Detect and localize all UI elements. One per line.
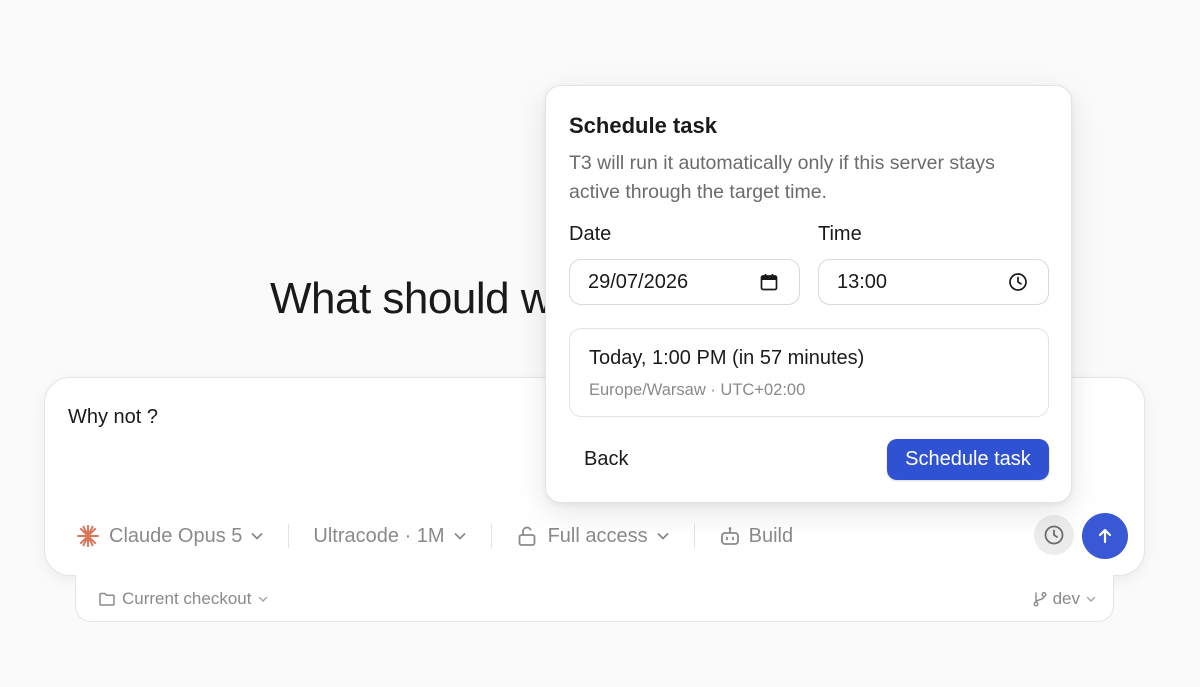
schedule-task-popover: Schedule task T3 will run it automatical…: [545, 85, 1072, 503]
send-button[interactable]: [1082, 513, 1128, 559]
chevron-down-icon: [1085, 593, 1097, 605]
build-label: Build: [748, 524, 794, 547]
prompt-input[interactable]: Why not ?: [68, 406, 158, 429]
date-value: 29/07/2026: [588, 270, 689, 293]
date-label: Date: [569, 223, 612, 245]
schedule-summary: Today, 1:00 PM (in 57 minutes) Europe/Wa…: [569, 328, 1049, 417]
time-value: 13:00: [837, 270, 888, 293]
mode-selector[interactable]: Ultracode · 1M: [313, 525, 466, 548]
robot-icon: [719, 525, 741, 547]
back-button[interactable]: Back: [584, 448, 628, 471]
chevron-down-icon: [453, 529, 467, 543]
popover-description: T3 will run it automatically only if thi…: [569, 152, 995, 203]
summary-datetime: Today, 1:00 PM (in 57 minutes): [589, 347, 865, 369]
schedule-toggle-button[interactable]: [1034, 515, 1074, 555]
chevron-down-icon: [257, 593, 269, 605]
popover-title: Schedule task: [569, 113, 717, 138]
page-heading: What should w: [270, 274, 553, 323]
calendar-icon[interactable]: [759, 272, 779, 292]
checkout-label: Current checkout: [122, 589, 252, 608]
summary-timezone: Europe/Warsaw · UTC+02:00: [589, 381, 806, 399]
access-selector[interactable]: Full access: [516, 525, 670, 548]
access-label: Full access: [547, 524, 648, 547]
workspace-bar: Current checkout dev: [75, 575, 1114, 622]
chevron-down-icon: [656, 529, 670, 543]
sparkle-icon: [76, 524, 100, 548]
toolbar-divider: [490, 524, 492, 548]
time-label: Time: [818, 223, 862, 245]
composer-toolbar: Claude Opus 5 Ultracode · 1M Full access: [76, 515, 793, 557]
mode-label: Ultracode · 1M: [313, 524, 445, 547]
clock-icon[interactable]: [1008, 272, 1028, 292]
toolbar-divider: [288, 524, 290, 548]
clock-icon: [1043, 524, 1065, 546]
date-input[interactable]: 29/07/2026: [569, 259, 800, 305]
folder-icon: [98, 590, 116, 608]
unlock-icon: [516, 525, 538, 547]
branch-selector[interactable]: dev: [1031, 589, 1097, 609]
model-selector[interactable]: Claude Opus 5: [76, 524, 264, 548]
build-button[interactable]: Build: [719, 525, 793, 548]
checkout-selector[interactable]: Current checkout: [98, 589, 269, 609]
time-input[interactable]: 13:00: [818, 259, 1049, 305]
arrow-up-icon: [1095, 526, 1115, 546]
schedule-task-button[interactable]: Schedule task: [887, 439, 1049, 480]
model-label: Claude Opus 5: [109, 524, 243, 547]
git-branch-icon: [1031, 590, 1049, 608]
toolbar-divider: [693, 524, 695, 548]
chevron-down-icon: [250, 529, 264, 543]
branch-label: dev: [1052, 589, 1080, 608]
